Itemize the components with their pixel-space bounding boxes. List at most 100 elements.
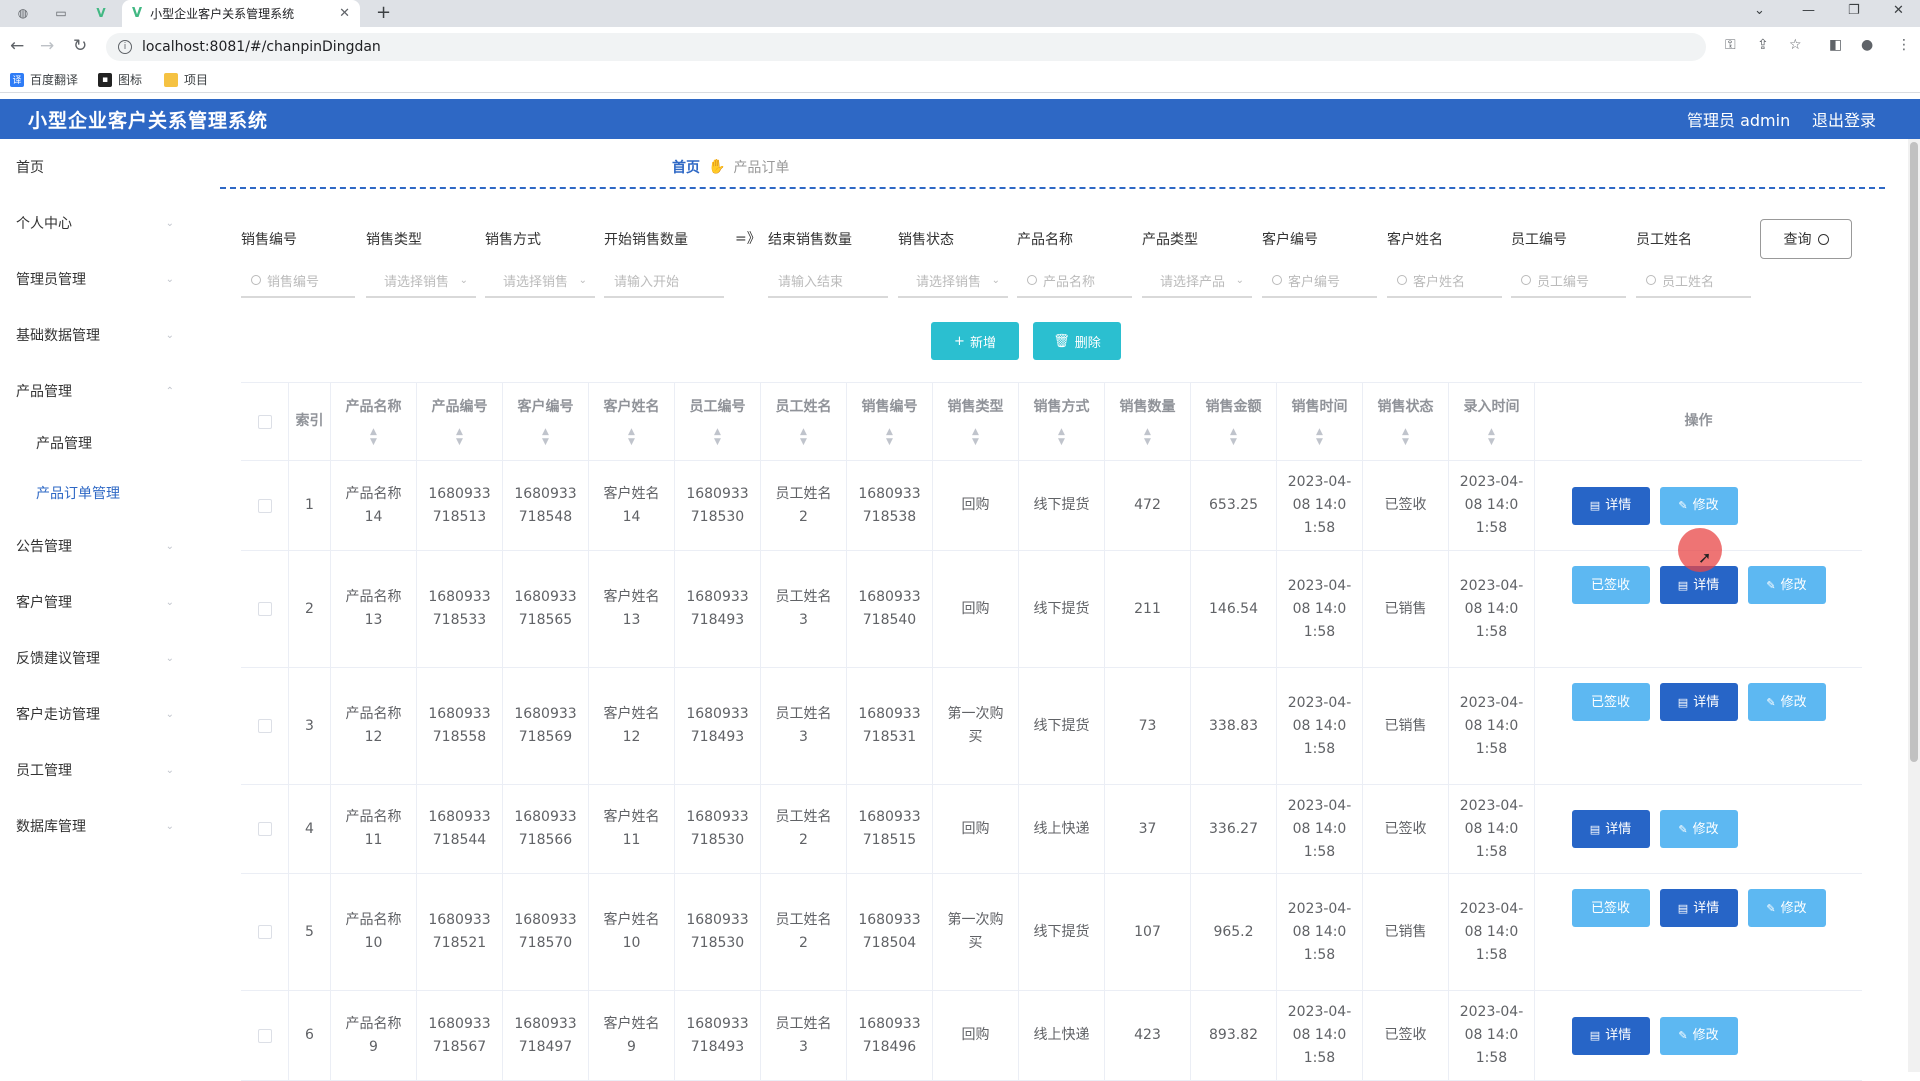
detail-button[interactable]: ▤ 详情	[1571, 1016, 1650, 1055]
filter-input[interactable]: 员工编号	[1511, 264, 1626, 298]
column-header[interactable]: 产品名称 ▲ ▼	[331, 383, 417, 460]
detail-button[interactable]: ▤ 详情	[1571, 810, 1650, 848]
new-tab-button[interactable]: +	[376, 2, 391, 23]
close-tab-icon[interactable]: ✕	[339, 6, 350, 21]
filter-input[interactable]: 销售编号	[241, 264, 355, 298]
sort-icon[interactable]: ▲ ▼	[370, 427, 377, 447]
edit-button[interactable]: ✎ 修改	[1747, 889, 1826, 927]
sort-icon[interactable]: ▲ ▼	[1402, 427, 1409, 447]
column-header[interactable]: 员工姓名 ▲ ▼	[761, 383, 847, 460]
breadcrumb-home[interactable]: 首页	[672, 157, 700, 177]
delete-button[interactable]: 🗑 删除	[1748, 1017, 1826, 1055]
more-menu-icon[interactable]: ⋮	[1897, 37, 1911, 53]
column-header[interactable]: 销售方式 ▲ ▼	[1019, 383, 1105, 460]
select-all-checkbox[interactable]	[257, 414, 272, 429]
window-close-icon[interactable]: ✕	[1893, 3, 1904, 18]
sidebar-item-customer[interactable]: 客户管理 ⌄	[0, 587, 182, 617]
sidebar-item-notice[interactable]: 公告管理 ⌄	[0, 531, 182, 561]
sort-icon[interactable]: ▲ ▼	[542, 427, 549, 447]
sign-button[interactable]: 已签收	[1571, 566, 1650, 604]
filter-input[interactable]: 请输入开始	[604, 264, 724, 298]
column-header[interactable]: 销售状态 ▲ ▼	[1363, 383, 1449, 460]
forward-icon[interactable]: →	[40, 36, 54, 56]
row-checkbox[interactable]	[257, 498, 272, 513]
delete-button[interactable]: 🗑 删除	[1748, 487, 1826, 525]
sidebar-item-feedback[interactable]: 反馈建议管理 ⌄	[0, 643, 182, 673]
browser-tab-active[interactable]: V 小型企业客户关系管理系统 ✕	[122, 0, 360, 27]
sidebar-item-product-order[interactable]: 产品订单管理	[0, 478, 182, 508]
sidebar-item-product[interactable]: 产品管理	[0, 428, 182, 458]
batch-delete-button[interactable]: 🗑 删除	[1033, 322, 1121, 360]
sort-icon[interactable]: ▲ ▼	[1488, 427, 1495, 447]
add-button[interactable]: + 新增	[931, 322, 1019, 360]
filter-input[interactable]: 客户编号	[1262, 264, 1377, 298]
edit-button[interactable]: ✎ 修改	[1659, 1016, 1738, 1055]
blank-tab-icon[interactable]: ▭	[50, 4, 72, 22]
profile-icon[interactable]: ●	[1861, 37, 1873, 53]
url-input[interactable]: i localhost:8081/#/chanpinDingdan	[106, 33, 1706, 61]
filter-select[interactable]: 请选择销售 ⌄	[366, 264, 476, 298]
reload-icon[interactable]: ↻	[73, 36, 87, 56]
delete-button[interactable]: 🗑 删除	[1660, 937, 1738, 975]
column-header[interactable]: 销售数量 ▲ ▼	[1105, 383, 1191, 460]
filter-select[interactable]: 请选择销售 ⌄	[898, 264, 1008, 298]
row-checkbox[interactable]	[257, 1028, 272, 1043]
column-header[interactable]: 销售时间 ▲ ▼	[1277, 383, 1363, 460]
edit-button[interactable]: ✎ 修改	[1659, 486, 1738, 525]
column-header[interactable]: 录入时间 ▲ ▼	[1449, 383, 1535, 460]
filter-input[interactable]: 产品名称	[1017, 264, 1132, 298]
share-icon[interactable]: ⇪	[1757, 37, 1769, 53]
column-header[interactable]: 销售类型 ▲ ▼	[933, 383, 1019, 460]
sidebar-item-profile[interactable]: 个人中心 ⌄	[0, 208, 182, 238]
sidebar-item-database[interactable]: 数据库管理 ⌄	[0, 811, 182, 841]
sign-button[interactable]: 已签收	[1571, 889, 1650, 927]
delete-button[interactable]: 🗑 删除	[1748, 810, 1826, 848]
vue-tab-icon[interactable]: V	[90, 4, 112, 22]
sidebar-item-visit[interactable]: 客户走访管理 ⌄	[0, 699, 182, 729]
key-icon[interactable]: ⚿	[1725, 37, 1736, 53]
scrollbar-thumb[interactable]	[1910, 142, 1918, 762]
back-icon[interactable]: ←	[10, 36, 24, 56]
logout-button[interactable]: 退出登录	[1812, 107, 1876, 131]
minimize-icon[interactable]: —	[1802, 3, 1815, 18]
detail-button[interactable]: ▤ 详情	[1659, 683, 1738, 721]
filter-select[interactable]: 请选择产品 ⌄	[1142, 264, 1252, 298]
bookmark-baidu-translate[interactable]: 译 百度翻译	[10, 71, 78, 88]
sidebar-item-basedata[interactable]: 基础数据管理 ⌄	[0, 320, 182, 350]
row-checkbox[interactable]	[257, 719, 272, 733]
row-checkbox[interactable]	[257, 602, 272, 616]
sort-icon[interactable]: ▲ ▼	[628, 427, 635, 447]
sort-icon[interactable]: ▲ ▼	[1144, 427, 1151, 447]
column-header[interactable]: 客户姓名 ▲ ▼	[589, 383, 675, 460]
sign-button[interactable]: 已签收	[1571, 683, 1650, 721]
row-checkbox[interactable]	[257, 925, 272, 939]
column-header[interactable]: 销售编号 ▲ ▼	[847, 383, 933, 460]
edit-button[interactable]: ✎ 修改	[1747, 566, 1826, 604]
column-header[interactable]: 产品编号 ▲ ▼	[417, 383, 503, 460]
bookmark-project[interactable]: 项目	[164, 71, 208, 88]
sidebar-item-employee[interactable]: 员工管理 ⌄	[0, 755, 182, 785]
column-header[interactable]: 员工编号 ▲ ▼	[675, 383, 761, 460]
tab-search-icon[interactable]: ⌄	[1754, 3, 1765, 18]
delete-button[interactable]: 🗑 删除	[1660, 614, 1738, 652]
column-header[interactable]: 客户编号 ▲ ▼	[503, 383, 589, 460]
sort-icon[interactable]: ▲ ▼	[972, 427, 979, 447]
sort-icon[interactable]: ▲ ▼	[1230, 427, 1237, 447]
sort-icon[interactable]: ▲ ▼	[714, 427, 721, 447]
edit-button[interactable]: ✎ 修改	[1659, 810, 1738, 848]
filter-input[interactable]: 请输入结束	[768, 264, 888, 298]
edit-button[interactable]: ✎ 修改	[1747, 683, 1826, 721]
sort-icon[interactable]: ▲ ▼	[456, 427, 463, 447]
detail-button[interactable]: ▤ 详情	[1659, 889, 1738, 927]
detail-button[interactable]: ▤ 详情	[1571, 486, 1650, 525]
delete-button[interactable]: 🗑 删除	[1660, 731, 1738, 769]
sidebar-item-admin[interactable]: 管理员管理 ⌄	[0, 264, 182, 294]
sort-icon[interactable]: ▲ ▼	[1316, 427, 1323, 447]
filter-input[interactable]: 客户姓名	[1387, 264, 1502, 298]
filter-select[interactable]: 请选择销售 ⌄	[485, 264, 595, 298]
query-button[interactable]: 查询	[1760, 219, 1852, 259]
sort-icon[interactable]: ▲ ▼	[800, 427, 807, 447]
restore-icon[interactable]: ❐	[1848, 3, 1860, 18]
sidebar-item-home[interactable]: 首页	[0, 152, 182, 182]
bookmark-icons[interactable]: ▪ 图标	[98, 71, 142, 88]
